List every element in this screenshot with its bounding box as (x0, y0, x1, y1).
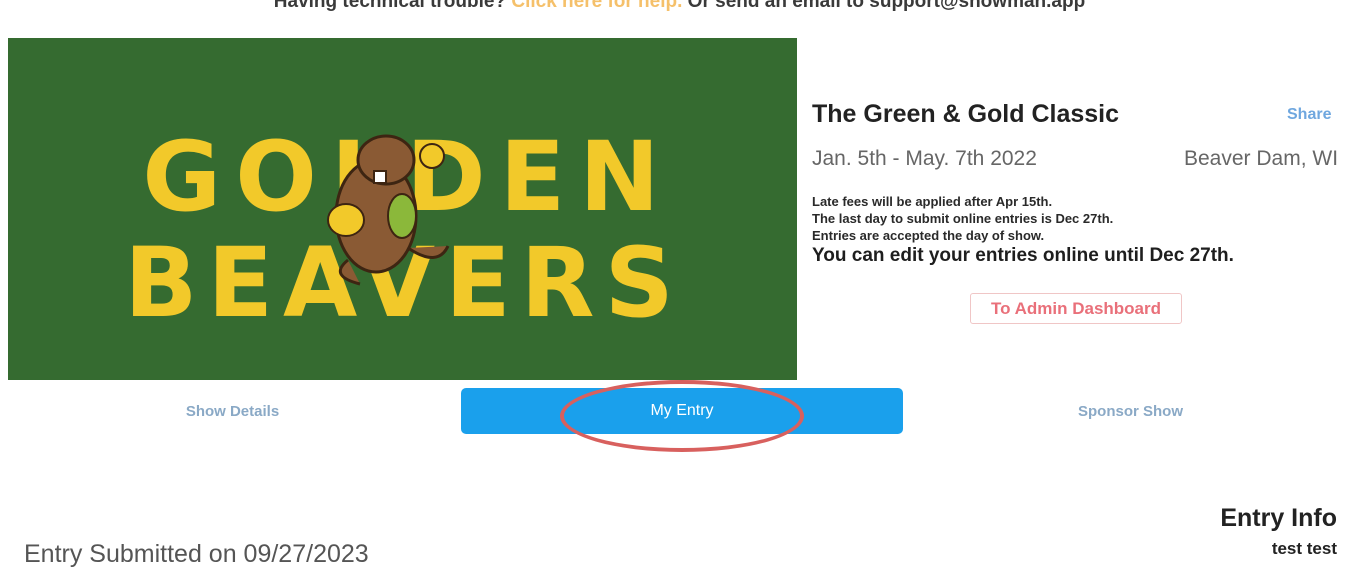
entry-submitted-date: Entry Submitted on 09/27/2023 (24, 540, 369, 568)
share-link[interactable]: Share (1287, 106, 1331, 124)
show-notes: Late fees will be applied after Apr 15th… (812, 193, 1234, 268)
show-location: Beaver Dam, WI (1184, 147, 1339, 170)
help-link[interactable]: Click here for help. (511, 0, 682, 12)
entry-info-title: Entry Info (1220, 504, 1337, 532)
entry-info-name: test test (1271, 539, 1337, 558)
tab-my-entry[interactable]: My Entry (461, 388, 903, 434)
show-dates: Jan. 5th - May. 7th 2022 (812, 147, 1037, 170)
tab-sponsor-show[interactable]: Sponsor Show (998, 388, 1263, 434)
show-banner-svg: GOLDEN BEAVERS (8, 38, 797, 380)
help-banner-prefix: Having technical trouble? (273, 0, 512, 12)
show-title: The Green & Gold Classic (812, 100, 1120, 128)
note-day-of-show: Entries are accepted the day of show. (812, 228, 1045, 243)
admin-dashboard-button[interactable]: To Admin Dashboard (970, 293, 1182, 324)
note-last-day: The last day to submit online entries is… (812, 211, 1114, 226)
help-banner: Having technical trouble? Click here for… (0, 0, 1359, 14)
note-edit-entries: You can edit your entries online until D… (812, 245, 1234, 266)
note-late-fees: Late fees will be applied after Apr 15th… (812, 194, 1053, 209)
show-banner-image: GOLDEN BEAVERS (8, 38, 797, 380)
show-page: Having technical trouble? Click here for… (0, 0, 1359, 575)
tab-show-details[interactable]: Show Details (100, 388, 365, 434)
help-banner-suffix: Or send an email to support@showman.app (682, 0, 1086, 12)
